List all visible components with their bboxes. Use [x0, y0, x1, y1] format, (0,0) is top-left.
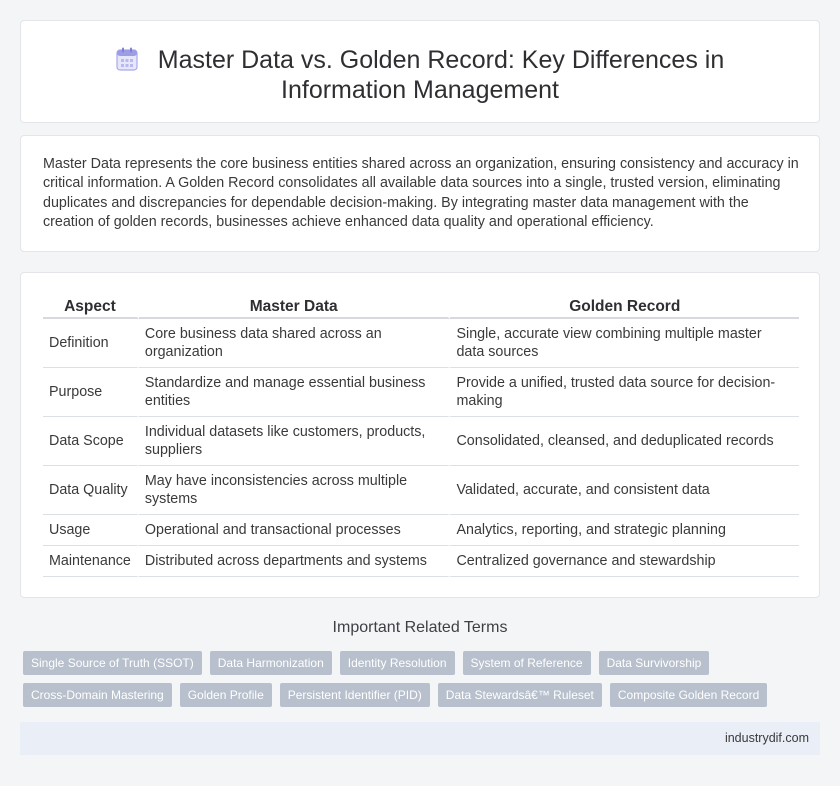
related-term-tag[interactable]: Golden Profile — [179, 683, 272, 707]
row-golden-record: Validated, accurate, and consistent data — [450, 466, 799, 515]
table-row: Definition Core business data shared acr… — [43, 319, 799, 368]
row-master-data: Distributed across departments and syste… — [138, 546, 451, 577]
page-title-wrap: Master Data vs. Golden Record: Key Diffe… — [61, 45, 779, 105]
intro-card: Master Data represents the core business… — [20, 135, 820, 252]
row-golden-record: Centralized governance and stewardship — [450, 546, 799, 577]
intro-paragraph: Master Data represents the core business… — [43, 156, 799, 231]
page-title: Master Data vs. Golden Record: Key Diffe… — [157, 46, 725, 104]
related-terms-heading: Important Related Terms — [332, 619, 508, 636]
row-golden-record: Single, accurate view combining multiple… — [450, 319, 799, 368]
table-row: Maintenance Distributed across departmen… — [43, 546, 799, 577]
row-master-data: Operational and transactional processes — [138, 515, 451, 546]
table-row: Usage Operational and transactional proc… — [43, 515, 799, 546]
related-term-tag[interactable]: Single Source of Truth (SSOT) — [23, 651, 202, 675]
comparison-card: Aspect Master Data Golden Record Definit… — [20, 272, 820, 598]
table-header-row: Aspect Master Data Golden Record — [43, 293, 799, 319]
comparison-table: Aspect Master Data Golden Record Definit… — [43, 293, 799, 577]
row-aspect: Usage — [43, 515, 139, 546]
row-aspect: Purpose — [43, 368, 139, 417]
calendar-icon — [116, 47, 138, 71]
table-row: Purpose Standardize and manage essential… — [43, 368, 799, 417]
table-row: Data Scope Individual datasets like cust… — [43, 417, 799, 466]
related-term-tag[interactable]: Data Stewardsâ€™ Ruleset — [437, 683, 602, 707]
header-master-data: Master Data — [138, 293, 451, 319]
row-aspect: Definition — [43, 319, 139, 368]
row-golden-record: Consolidated, cleansed, and deduplicated… — [450, 417, 799, 466]
tag-row: Single Source of Truth (SSOT) Data Harmo… — [23, 651, 783, 675]
table-row: Data Quality May have inconsistencies ac… — [43, 466, 799, 515]
related-term-tag[interactable]: Cross-Domain Mastering — [23, 683, 172, 707]
row-aspect: Maintenance — [43, 546, 139, 577]
related-term-tag[interactable]: Data Harmonization — [209, 651, 332, 675]
tag-row: Cross-Domain Mastering Golden Profile Pe… — [23, 683, 783, 707]
row-master-data: Standardize and manage essential busines… — [138, 368, 451, 417]
row-master-data: Core business data shared across an orga… — [138, 319, 451, 368]
related-term-tag[interactable]: Identity Resolution — [339, 651, 455, 675]
header-aspect: Aspect — [43, 293, 139, 319]
row-aspect: Data Scope — [43, 417, 139, 466]
row-aspect: Data Quality — [43, 466, 139, 515]
related-terms-list: Single Source of Truth (SSOT) Data Harmo… — [23, 651, 783, 715]
title-card: Master Data vs. Golden Record: Key Diffe… — [20, 20, 820, 123]
footer-site-link[interactable]: industrydif.com — [725, 731, 809, 745]
related-term-tag[interactable]: Composite Golden Record — [609, 683, 768, 707]
footer-bar: industrydif.com — [20, 722, 820, 755]
related-term-tag[interactable]: Data Survivorship — [598, 651, 710, 675]
header-golden-record: Golden Record — [450, 293, 799, 319]
row-golden-record: Analytics, reporting, and strategic plan… — [450, 515, 799, 546]
row-master-data: May have inconsistencies across multiple… — [138, 466, 451, 515]
related-term-tag[interactable]: Persistent Identifier (PID) — [279, 683, 430, 707]
related-term-tag[interactable]: System of Reference — [462, 651, 591, 675]
row-master-data: Individual datasets like customers, prod… — [138, 417, 451, 466]
row-golden-record: Provide a unified, trusted data source f… — [450, 368, 799, 417]
